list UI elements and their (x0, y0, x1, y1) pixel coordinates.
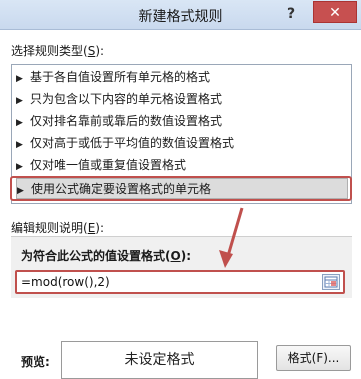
collapse-dialog-button[interactable] (322, 274, 340, 290)
formula-label: 为符合此公式的值设置格式(O): (21, 249, 191, 263)
triangle-right-icon: ▶ (16, 74, 23, 84)
selected-rule-highlight (10, 176, 352, 201)
triangle-right-icon: ▶ (16, 162, 23, 172)
preview-label: 预览: (21, 355, 50, 369)
edit-description-label: 编辑规则说明(E): (11, 221, 105, 235)
help-button[interactable]: ? (281, 4, 301, 24)
format-button[interactable]: 格式(F)... (276, 345, 351, 371)
title-bar: 新建格式规则 ? ✕ (0, 0, 361, 30)
triangle-right-icon: ▶ (16, 96, 23, 106)
formula-input[interactable] (21, 273, 317, 291)
triangle-right-icon: ▶ (16, 140, 23, 150)
formula-field (15, 270, 345, 294)
rule-item-cell-contains[interactable]: ▶ 只为包含以下内容的单元格设置格式 (16, 89, 348, 110)
rule-item-color-scale[interactable]: ▶ 基于各自值设置所有单元格的格式 (16, 67, 348, 88)
rule-item-top-bottom[interactable]: ▶ 仅对排名靠前或靠后的数值设置格式 (16, 111, 348, 132)
rule-item-unique-duplicate[interactable]: ▶ 仅对唯一值或重复值设置格式 (16, 155, 348, 176)
close-button[interactable]: ✕ (313, 1, 357, 23)
format-preview: 未设定格式 (61, 341, 258, 379)
triangle-right-icon: ▶ (16, 118, 23, 128)
rule-item-above-below-average[interactable]: ▶ 仅对高于或低于平均值的数值设置格式 (16, 133, 348, 154)
rule-type-label: 选择规则类型(S): (11, 44, 105, 58)
close-icon: ✕ (329, 5, 341, 21)
dialog-title: 新建格式规则 (138, 9, 223, 25)
